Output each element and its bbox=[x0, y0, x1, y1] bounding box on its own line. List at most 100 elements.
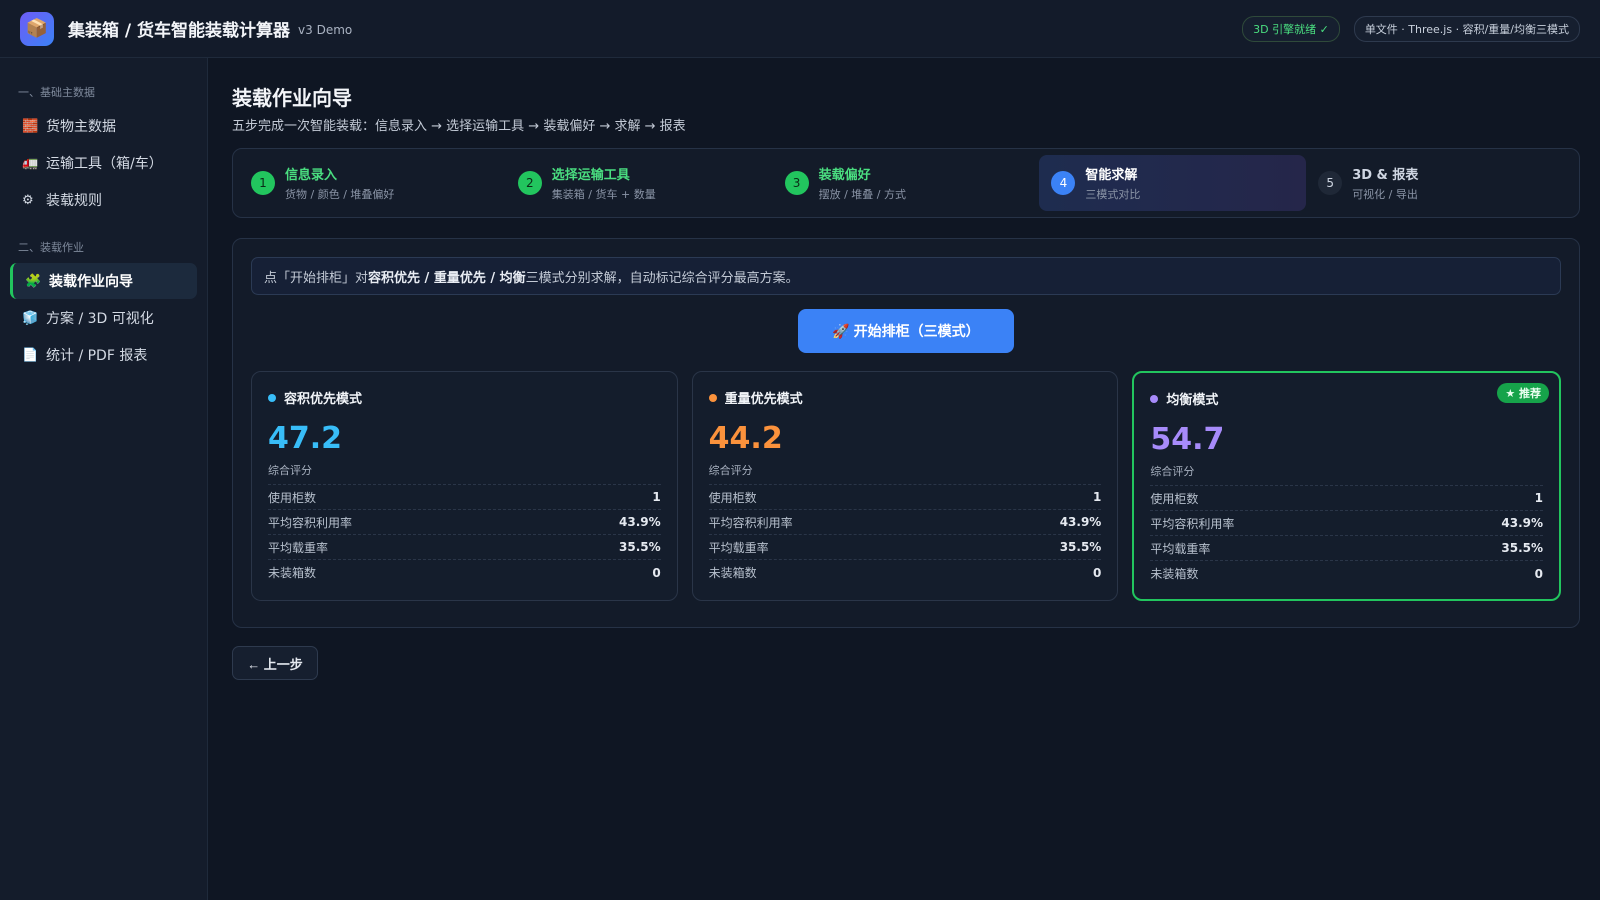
sidebar-item-transport[interactable]: 🚛 运输工具（箱/车） bbox=[10, 145, 197, 181]
hint-modes: 容积优先 / 重量优先 / 均衡 bbox=[368, 270, 526, 286]
step-number: 3 bbox=[784, 171, 809, 195]
app-version: v3 Demo bbox=[298, 23, 353, 37]
previous-step-button[interactable]: ← 上一步 bbox=[232, 646, 318, 680]
step-desc: 三模式对比 bbox=[1085, 188, 1141, 201]
sidebar-item-cargo-master[interactable]: 🧱 货物主数据 bbox=[10, 108, 197, 144]
metric-row: 未装箱数 0 bbox=[709, 560, 1102, 585]
step-number: 5 bbox=[1318, 171, 1343, 195]
metric-value: 1 bbox=[652, 490, 661, 504]
sidebar-item-reports[interactable]: 📄 统计 / PDF 报表 bbox=[10, 337, 197, 373]
sidebar: 一、基础主数据 🧱 货物主数据 🚛 运输工具（箱/车） ⚙ 装载规则 二、装载作… bbox=[0, 58, 208, 900]
metric-label: 使用柜数 bbox=[1150, 491, 1199, 506]
metric-value: 0 bbox=[652, 565, 661, 580]
step-loading-preference[interactable]: 3 装载偏好 摆放 / 堆叠 / 方式 bbox=[773, 155, 1040, 211]
solve-panel: 点「开始排柜」对 容积优先 / 重量优先 / 均衡 三模式分别求解，自动标记综合… bbox=[232, 238, 1580, 628]
score-label: 综合评分 bbox=[268, 462, 661, 485]
metric-label: 平均容积利用率 bbox=[708, 515, 793, 530]
step-info-entry[interactable]: 1 信息录入 货物 / 颜色 / 堆叠偏好 bbox=[239, 155, 506, 211]
metric-value: 1 bbox=[1534, 491, 1544, 505]
result-card-volume[interactable]: 容积优先模式 47.2 综合评分 使用柜数 1 平均容积利用率 43.9% 平均载重… bbox=[251, 371, 678, 601]
metric-value: 35.5% bbox=[1059, 540, 1102, 554]
metric-label: 平均容积利用率 bbox=[1150, 516, 1235, 531]
metric-label: 使用柜数 bbox=[708, 490, 757, 505]
score-label: 综合评分 bbox=[708, 462, 1102, 485]
step-desc: 集装箱 / 货车 + 数量 bbox=[551, 188, 656, 201]
metric-row: 使用柜数 1 bbox=[708, 485, 1102, 510]
sidebar-item-wizard[interactable]: 🧩 装载作业向导 bbox=[10, 263, 197, 299]
step-title: 3D & 报表 bbox=[1352, 168, 1419, 183]
puzzle-icon: 🧩 bbox=[25, 273, 42, 289]
metric-value: 0 bbox=[1534, 566, 1544, 581]
step-title: 智能求解 bbox=[1085, 168, 1138, 183]
step-number: 1 bbox=[251, 171, 275, 195]
metric-row: 平均载重率 35.5% bbox=[708, 535, 1102, 560]
page-subtitle: 五步完成一次智能装载：信息录入 → 选择运输工具 → 装载偏好 → 求解 → 报… bbox=[232, 119, 686, 134]
step-desc: 可视化 / 导出 bbox=[1352, 188, 1418, 201]
metric-value: 43.9% bbox=[1501, 516, 1544, 530]
step-smart-solve[interactable]: 4 智能求解 三模式对比 bbox=[1039, 155, 1307, 211]
hint-suffix: 三模式分别求解，自动标记综合评分最高方案。 bbox=[525, 270, 799, 286]
page-title: 装载作业向导 bbox=[232, 86, 352, 110]
step-desc: 货物 / 颜色 / 堆叠偏好 bbox=[285, 188, 395, 201]
score-value: 47.2 bbox=[268, 421, 343, 456]
sidebar-section-title: 一、基础主数据 bbox=[18, 86, 95, 99]
metric-row: 使用柜数 1 bbox=[1150, 486, 1544, 511]
step-3d-report[interactable]: 5 3D & 报表 可视化 / 导出 bbox=[1306, 155, 1573, 211]
mode-name: 均衡模式 bbox=[1166, 393, 1219, 408]
metric-row: 平均容积利用率 43.9% bbox=[708, 510, 1102, 535]
step-number: 4 bbox=[1051, 171, 1076, 195]
main-content: 装载作业向导 五步完成一次智能装载：信息录入 → 选择运输工具 → 装载偏好 →… bbox=[232, 58, 1580, 680]
metric-value: 35.5% bbox=[1501, 541, 1544, 555]
sidebar-item-label: 货物主数据 bbox=[46, 119, 116, 135]
sidebar-item-label: 运输工具（箱/车） bbox=[46, 156, 163, 172]
score-label: 综合评分 bbox=[1150, 463, 1544, 486]
sidebar-item-label: 统计 / PDF 报表 bbox=[46, 348, 148, 364]
start-packing-button[interactable]: 🚀 开始排柜（三模式） bbox=[798, 309, 1014, 353]
sidebar-item-label: 方案 / 3D 可视化 bbox=[46, 311, 154, 327]
metric-value: 43.9% bbox=[1059, 515, 1102, 529]
step-select-transport[interactable]: 2 选择运输工具 集装箱 / 货车 + 数量 bbox=[506, 155, 773, 211]
sidebar-item-3d-visualization[interactable]: 🧊 方案 / 3D 可视化 bbox=[10, 300, 197, 336]
metric-label: 未装箱数 bbox=[708, 566, 757, 580]
metric-label: 平均载重率 bbox=[268, 540, 329, 555]
metric-row: 未装箱数 0 bbox=[268, 560, 661, 585]
metric-label: 平均载重率 bbox=[1150, 541, 1211, 556]
metric-label: 平均容积利用率 bbox=[268, 515, 353, 530]
sidebar-item-rules[interactable]: ⚙ 装载规则 bbox=[10, 182, 197, 218]
metric-row: 使用柜数 1 bbox=[268, 485, 661, 510]
hint-banner: 点「开始排柜」对 容积优先 / 重量优先 / 均衡 三模式分别求解，自动标记综合… bbox=[251, 257, 1561, 295]
step-title: 选择运输工具 bbox=[551, 168, 630, 183]
metric-value: 0 bbox=[1092, 565, 1102, 580]
score-value: 44.2 bbox=[708, 421, 783, 456]
metric-label: 平均载重率 bbox=[708, 540, 769, 555]
metric-row: 未装箱数 0 bbox=[1150, 561, 1543, 586]
recommended-badge: ★ 推荐 bbox=[1497, 383, 1550, 403]
result-cards: 容积优先模式 47.2 综合评分 使用柜数 1 平均容积利用率 43.9% 平均载重… bbox=[251, 371, 1562, 601]
mode-dot-icon bbox=[1150, 394, 1159, 403]
hint-prefix: 点「开始排柜」对 bbox=[264, 270, 369, 286]
truck-icon: 🚛 bbox=[22, 155, 39, 171]
result-card-balanced[interactable]: ★ 推荐 均衡模式 54.7 综合评分 使用柜数 1 平均容积利用率 43.9% 平… bbox=[1132, 371, 1562, 601]
engine-status-badge: 3D 引擎就绪 ✓ bbox=[1242, 15, 1340, 42]
mode-name: 容积优先模式 bbox=[284, 392, 363, 407]
sidebar-section-title: 二、装载作业 bbox=[18, 241, 84, 254]
document-icon: 📄 bbox=[22, 347, 39, 363]
wizard-stepper: 1 信息录入 货物 / 颜色 / 堆叠偏好 2 选择运输工具 集装箱 / 货车 … bbox=[232, 148, 1580, 218]
mode-dot-icon bbox=[268, 393, 276, 402]
bricks-icon: 🧱 bbox=[22, 118, 39, 134]
step-title: 装载偏好 bbox=[818, 168, 871, 183]
metric-label: 未装箱数 bbox=[268, 566, 317, 580]
step-title: 信息录入 bbox=[285, 168, 338, 183]
metric-row: 平均容积利用率 43.9% bbox=[1150, 511, 1544, 536]
score-value: 54.7 bbox=[1150, 422, 1225, 457]
cube-icon: 🧊 bbox=[22, 310, 39, 326]
app-title: 集装箱 / 货车智能装载计算器 bbox=[68, 21, 291, 41]
step-number: 2 bbox=[517, 171, 542, 195]
result-card-weight[interactable]: 重量优先模式 44.2 综合评分 使用柜数 1 平均容积利用率 43.9% 平均载重… bbox=[691, 371, 1119, 601]
gear-icon: ⚙ bbox=[22, 192, 34, 208]
metric-row: 平均容积利用率 43.9% bbox=[268, 510, 661, 535]
metric-value: 35.5% bbox=[619, 540, 661, 554]
metric-row: 平均载重率 35.5% bbox=[268, 535, 661, 560]
mode-dot-icon bbox=[708, 393, 717, 402]
package-icon: 📦 bbox=[20, 11, 54, 46]
